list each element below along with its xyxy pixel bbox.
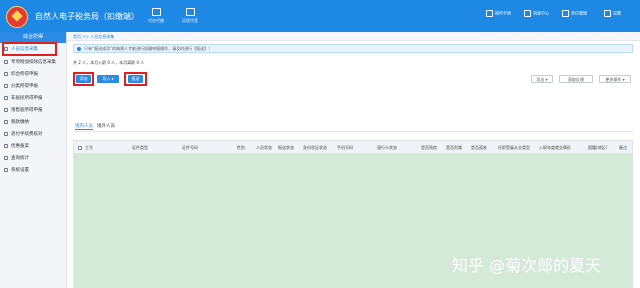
settings-link[interactable]: 设置 xyxy=(604,10,621,22)
sidebar-item-nonresident-report[interactable]: 非居民所得申报 xyxy=(0,94,66,103)
message-center-link[interactable]: 消息中心 xyxy=(524,10,549,22)
chart-icon xyxy=(4,108,8,112)
gear-icon xyxy=(4,168,8,172)
info-icon xyxy=(77,47,81,51)
col-employment-type: 任职受雇从业类型 xyxy=(498,145,530,150)
col-elderly: 是否孤老 xyxy=(471,145,487,150)
col-employment-situation: 入职年度就业情形 xyxy=(539,145,571,150)
sidebar-item-category-report[interactable]: 分类所得申报 xyxy=(0,82,66,91)
highlight-box-sidebar xyxy=(2,42,57,56)
book-icon xyxy=(486,10,493,17)
settings-icon xyxy=(604,10,611,17)
col-martyr: 是否烈属 xyxy=(446,145,462,150)
globe-icon xyxy=(4,96,8,100)
building-icon xyxy=(562,10,569,17)
highlight-box-report xyxy=(124,72,147,86)
sidebar-item-restricted-stock-report[interactable]: 限售股所得申报 xyxy=(0,106,66,115)
sidebar: 综合所得 人员信息采集 专项附加扣除信息采集 综合所得申报 分类所得申报 非居民… xyxy=(0,32,67,288)
col-id-number: 证件号码 xyxy=(182,145,198,150)
sidebar-item-refund-check[interactable]: 退付手续费核对 xyxy=(0,130,66,139)
col-phone: 手机号码 xyxy=(337,145,353,150)
app-title: 自然人电子税务局（扣缴端） xyxy=(35,12,139,21)
nav-proxy-payment[interactable]: 代办代缴 xyxy=(140,6,172,26)
top-right-menu: 操作手册 消息中心 单位管理 设置 xyxy=(486,10,636,22)
document-icon xyxy=(4,84,8,88)
col-employee-id: 工号 xyxy=(85,145,93,150)
document-icon xyxy=(4,72,8,76)
import-button[interactable]: 导入 ▾ xyxy=(97,75,119,83)
table-header: 工号 证件类型 证件号码 性别 人员状态 报送状态 身份验证状态 手机号码 银行… xyxy=(73,140,633,154)
breadcrumb[interactable]: 首页 >> 人员信息采集 xyxy=(67,32,640,41)
sidebar-item-tax-payment[interactable]: 税款缴纳 xyxy=(0,118,66,127)
more-actions-button[interactable]: 更多操作 ▾ xyxy=(599,75,631,83)
highlight-box-add xyxy=(73,72,94,86)
gift-icon xyxy=(4,144,8,148)
col-report-status: 报送状态 xyxy=(278,145,294,150)
search-icon xyxy=(4,156,8,160)
tab-domestic[interactable]: 境内人员 xyxy=(75,123,93,130)
col-id-type: 证件类型 xyxy=(132,145,148,150)
col-verify-status: 身份验证状态 xyxy=(303,145,327,150)
col-disabled: 是否残疾 xyxy=(421,145,437,150)
payment-icon xyxy=(4,120,8,124)
sidebar-item-preferential-filing[interactable]: 优惠备案 xyxy=(0,142,66,151)
sign-icon xyxy=(185,8,195,16)
sidebar-item-comprehensive-report[interactable]: 综合所得申报 xyxy=(0,70,66,79)
col-remarks: 备注 xyxy=(619,145,627,150)
select-all-checkbox[interactable] xyxy=(78,146,82,150)
unit-management-link[interactable]: 单位管理 xyxy=(562,10,587,22)
col-bank-card-status: 银行卡状态 xyxy=(377,145,397,150)
col-nationality: 国籍(地区) xyxy=(588,145,608,150)
get-feedback-button[interactable]: 获取反馈 xyxy=(559,75,593,83)
personnel-stats: 共 2 人，本月入职 0 人，本月离职 0 人 xyxy=(73,60,145,65)
tab-overseas[interactable]: 境外人员 xyxy=(97,123,115,129)
watermark: 知乎 @菊次郎的夏天 xyxy=(452,256,602,275)
sidebar-item-system-settings[interactable]: 系统设置 xyxy=(0,166,66,175)
col-gender: 性别 xyxy=(237,145,245,150)
manual-link[interactable]: 操作手册 xyxy=(486,10,511,22)
calendar-icon xyxy=(151,8,161,16)
main-content: 首页 >> 人员信息采集 只有“报送成功”的纳税人才能进行扣缴申报操作，请及时进… xyxy=(67,32,640,288)
sidebar-item-query-statistics[interactable]: 查询统计 xyxy=(0,154,66,163)
sidebar-item-special-deduction[interactable]: 专项附加扣除信息采集 xyxy=(0,58,66,67)
top-bar: 自然人电子税务局（扣缴端） 代办代缴 远程代签 操作手册 消息中心 单位管理 设… xyxy=(0,0,640,32)
tax-bureau-logo xyxy=(6,6,28,28)
list-icon xyxy=(4,60,8,64)
nav-remote-sign[interactable]: 远程代签 xyxy=(174,6,206,26)
notice-banner: 只有“报送成功”的纳税人才能进行扣缴申报操作，请及时进行【报送】！ xyxy=(73,44,633,53)
bell-icon xyxy=(524,10,531,17)
tab-divider xyxy=(73,131,633,132)
refund-icon xyxy=(4,132,8,136)
export-button[interactable]: 导出 ▾ xyxy=(531,75,553,83)
col-personnel-status: 人员状态 xyxy=(256,145,272,150)
